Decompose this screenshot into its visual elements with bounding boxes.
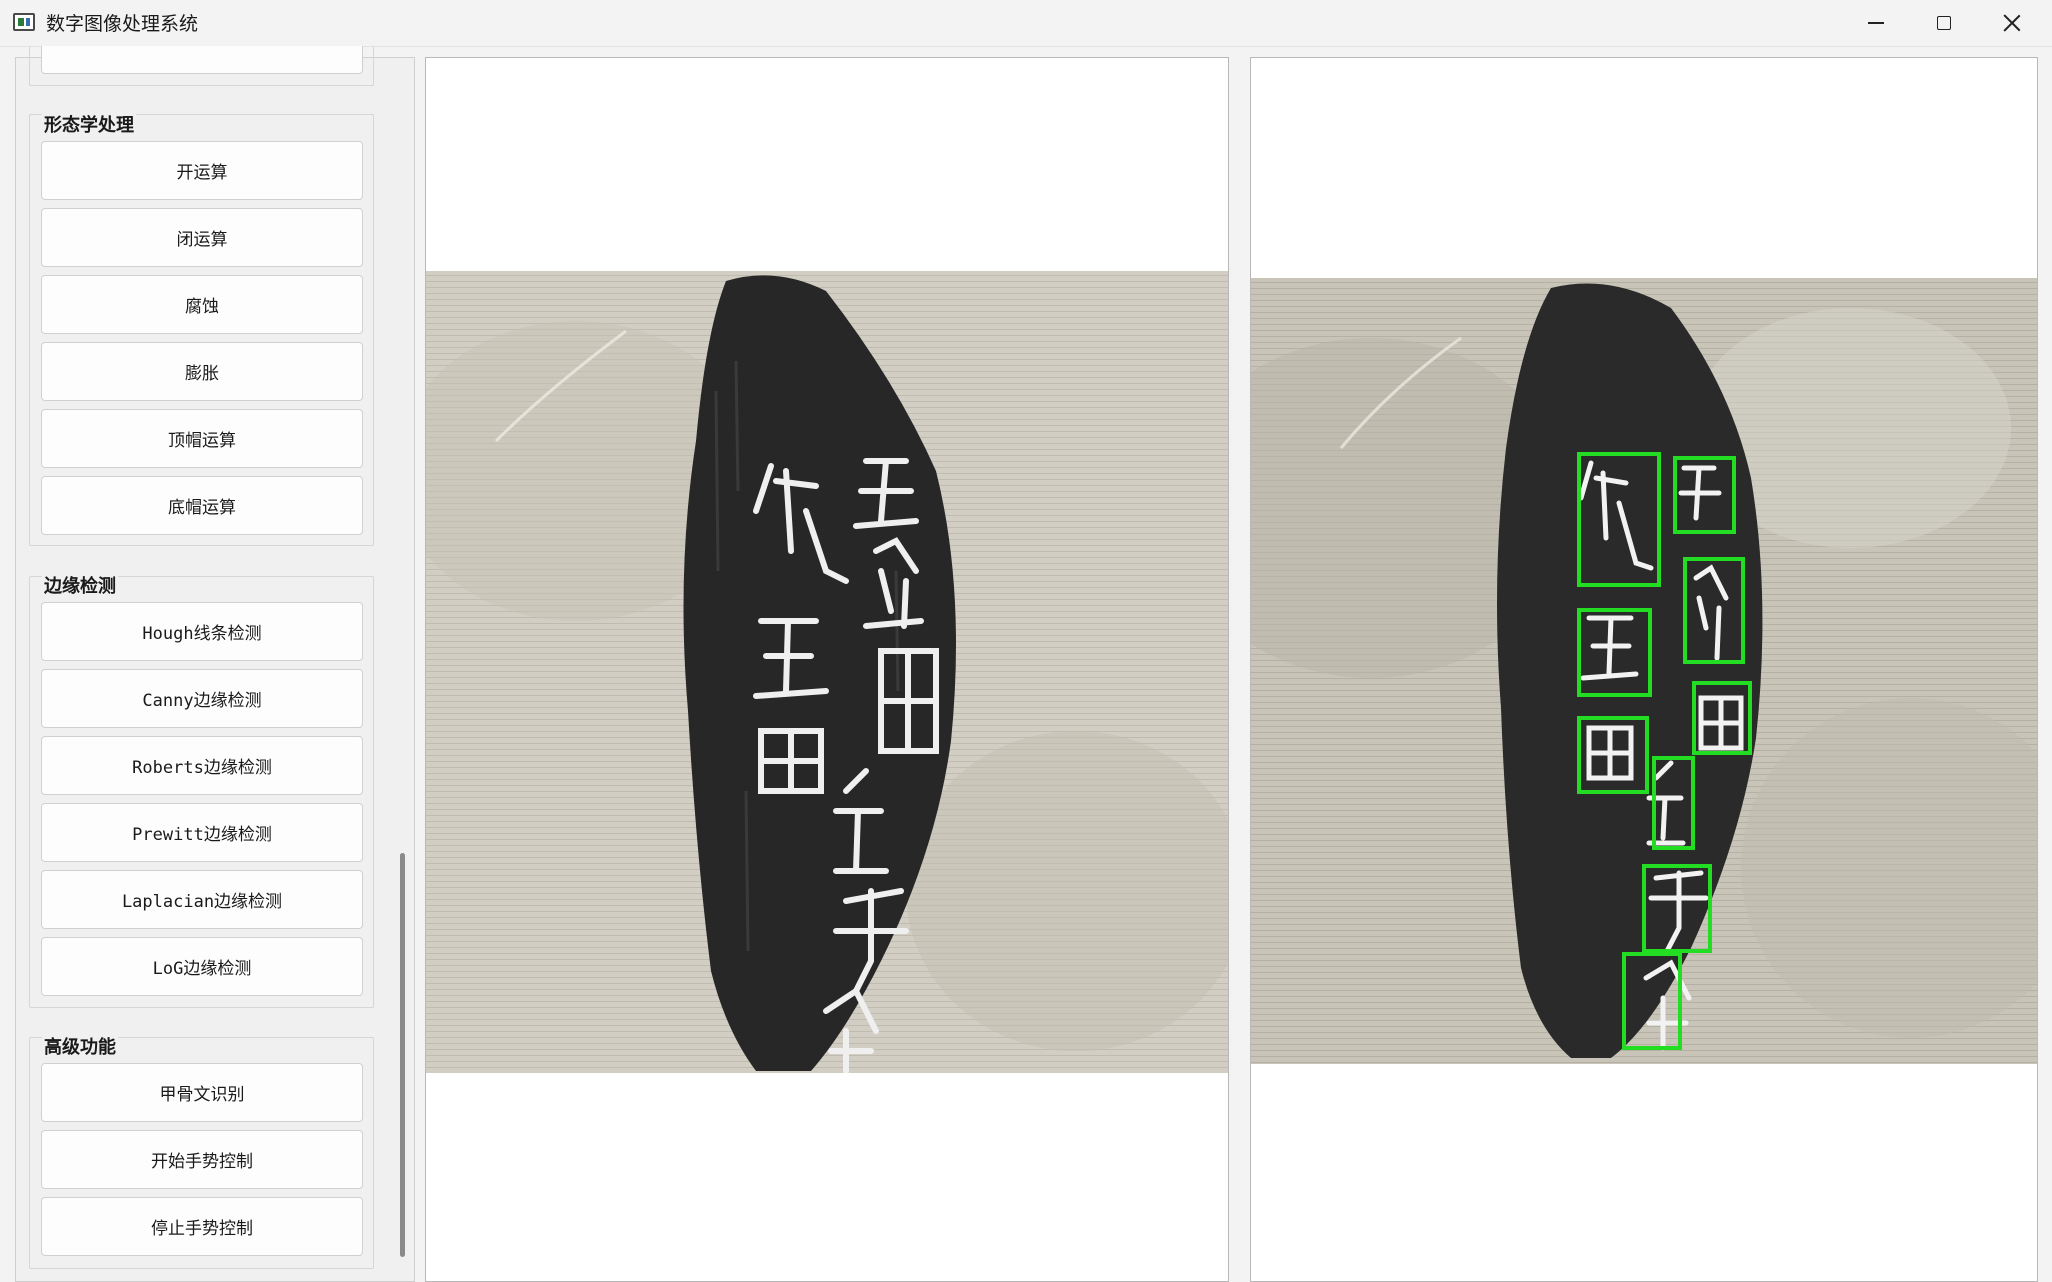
minimize-icon xyxy=(1868,22,1884,24)
opening-button[interactable]: 开运算 xyxy=(41,141,363,200)
original-image xyxy=(426,271,1228,1073)
sidebar-scrollbar-thumb[interactable] xyxy=(400,853,405,1257)
start-gesture-button[interactable]: 开始手势控制 xyxy=(41,1130,363,1189)
result-image-panel xyxy=(1250,57,2038,1282)
prewitt-button[interactable]: Prewitt边缘检测 xyxy=(41,803,363,862)
log-button[interactable]: LoG边缘检测 xyxy=(41,937,363,996)
minimize-button[interactable] xyxy=(1842,0,1910,46)
stop-gesture-button[interactable]: 停止手势控制 xyxy=(41,1197,363,1256)
laplacian-button[interactable]: Laplacian边缘检测 xyxy=(41,870,363,929)
group-title-edge-detection: 边缘检测 xyxy=(42,572,118,598)
close-button[interactable] xyxy=(1978,0,2046,46)
window-title: 数字图像处理系统 xyxy=(46,13,199,35)
maximize-icon xyxy=(1937,16,1951,30)
app-icon xyxy=(13,13,35,31)
group-title-advanced: 高级功能 xyxy=(42,1033,118,1059)
oracle-recognition-button[interactable]: 甲骨文识别 xyxy=(41,1063,363,1122)
tophat-button[interactable]: 顶帽运算 xyxy=(41,409,363,468)
roberts-button[interactable]: Roberts边缘检测 xyxy=(41,736,363,795)
result-image xyxy=(1251,278,2037,1064)
blackhat-button[interactable]: 底帽运算 xyxy=(41,476,363,535)
group-title-morphology: 形态学处理 xyxy=(42,111,136,137)
tool-button-clipped[interactable] xyxy=(41,46,363,74)
closing-button[interactable]: 闭运算 xyxy=(41,208,363,267)
canny-button[interactable]: Canny边缘检测 xyxy=(41,669,363,728)
title-bar: 数字图像处理系统 xyxy=(0,0,2052,47)
erosion-button[interactable]: 腐蚀 xyxy=(41,275,363,334)
maximize-button[interactable] xyxy=(1910,0,1978,46)
dilation-button[interactable]: 膨胀 xyxy=(41,342,363,401)
original-image-panel xyxy=(425,57,1229,1282)
close-icon xyxy=(2003,14,2021,32)
hough-lines-button[interactable]: Hough线条检测 xyxy=(41,602,363,661)
